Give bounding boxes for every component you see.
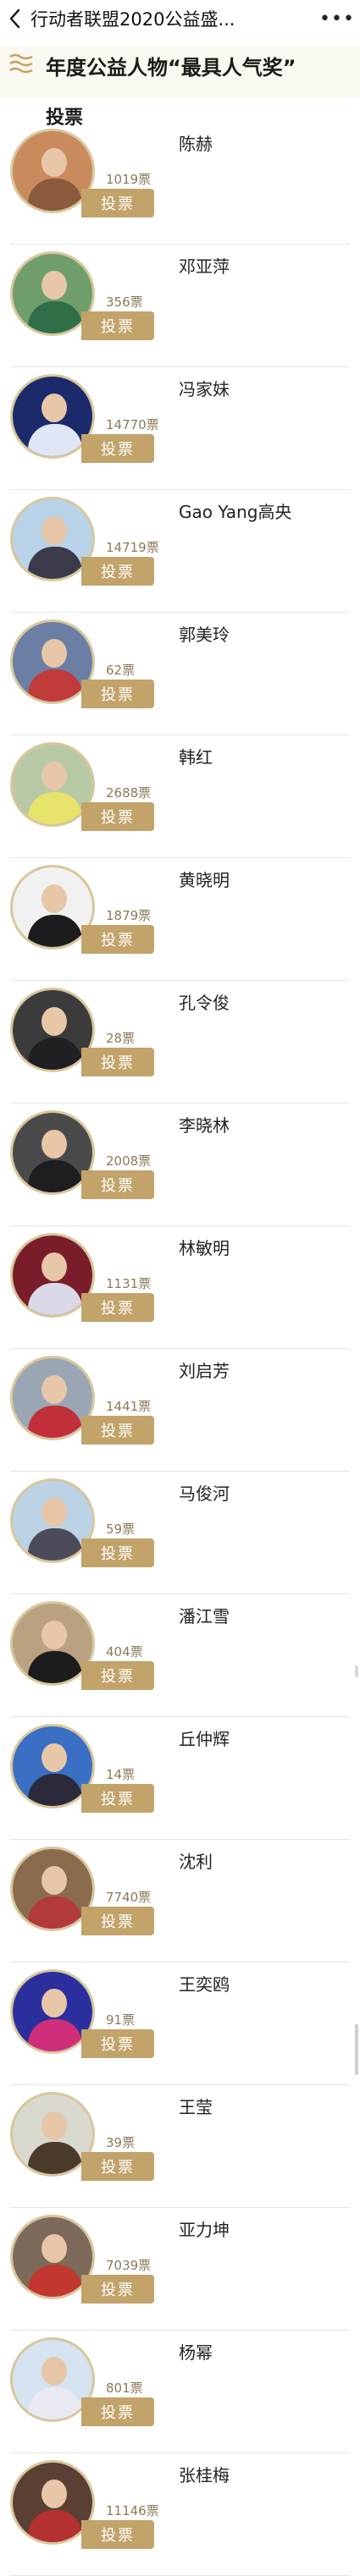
candidate-card: 404票 投票 潘江雪	[0, 1594, 360, 1717]
vote-button[interactable]: 投票	[81, 1538, 154, 1567]
candidate-card: 11146票投票 张桂梅	[0, 2453, 360, 2576]
vote-button[interactable]: 投票	[81, 557, 154, 586]
vote-count: 59票	[106, 1522, 136, 1537]
vote-count: 1019票	[106, 172, 152, 187]
vote-button[interactable]: 投票	[81, 2152, 154, 2181]
candidate-name: 冯家妹	[179, 379, 230, 399]
vote-button[interactable]: 投票	[81, 2397, 154, 2426]
candidate-name: 马俊河	[179, 1483, 230, 1504]
candidate-name: 李晓林	[179, 1115, 230, 1136]
candidate-name: 亚力坤	[179, 2220, 230, 2240]
candidate-card: 14770票投票 冯家妹	[0, 367, 360, 490]
vote-button[interactable]: 投票	[81, 1048, 154, 1076]
candidate-name: 林敏明	[179, 1238, 230, 1258]
page-title: 行动者联盟2020公益盛...	[30, 9, 235, 30]
candidate-card: 801票 投票 杨幂	[0, 2331, 360, 2453]
candidate-card: 7039票投票 亚力坤	[0, 2208, 360, 2331]
candidate-name: 丘仲辉	[179, 1729, 230, 1749]
candidate-name: 张桂梅	[179, 2465, 230, 2485]
vote-button[interactable]: 投票	[81, 1170, 154, 1199]
candidate-name: 陈赫	[179, 134, 213, 154]
vote-button[interactable]: 投票	[81, 802, 154, 831]
candidate-name: 刘启芳	[179, 1361, 230, 1381]
vote-button[interactable]: 投票	[81, 2275, 154, 2304]
candidate-card: 39票投票 王莹	[0, 2085, 360, 2208]
candidate-name: 韩红	[179, 747, 213, 768]
candidate-card: 2688票 投票 韩红	[0, 735, 360, 858]
vote-count: 14票	[106, 1767, 136, 1782]
vote-button[interactable]: 投票	[81, 1907, 154, 1935]
candidate-card: 14票投票 丘仲辉	[0, 1717, 360, 1840]
candidate-name: 王莹	[179, 2097, 213, 2117]
wave-lines-icon	[9, 53, 33, 74]
vote-count: 2688票	[106, 785, 152, 801]
top-bar: 行动者联盟2020公益盛... •••	[0, 0, 360, 37]
candidate-card: 59票 投票 马俊河	[0, 1472, 360, 1594]
candidate-card: 14719票投票 Gao Yang高央	[0, 490, 360, 613]
vote-count: 1441票	[106, 1399, 152, 1414]
vote-button[interactable]: 投票	[81, 189, 154, 217]
vote-button[interactable]: 投票	[81, 925, 154, 954]
vote-button[interactable]: 投票	[81, 1784, 154, 1813]
vote-button[interactable]: 投票	[81, 311, 154, 340]
vote-count: 62票	[106, 663, 136, 678]
candidate-card: 7740票投票 沈利	[0, 1840, 360, 1962]
candidate-card: 1019票投票 陈赫	[0, 122, 360, 245]
candidate-card: 356票 投票 邓亚萍	[0, 245, 360, 367]
vote-button[interactable]: 投票	[81, 434, 154, 463]
candidate-name: 孔令俊	[179, 993, 230, 1013]
candidate-card: 1131票投票 林敏明	[0, 1226, 360, 1349]
candidate-name: 邓亚萍	[179, 256, 230, 277]
vote-count: 404票	[106, 1644, 143, 1660]
candidate-card: 1879票投票 黄晓明	[0, 858, 360, 981]
vote-count: 14719票	[106, 540, 159, 555]
vote-count: 11146票	[106, 2503, 159, 2518]
scroll-indicator[interactable]	[355, 1665, 358, 1677]
vote-button[interactable]: 投票	[81, 2520, 154, 2549]
vote-button[interactable]: 投票	[81, 1416, 154, 1445]
vote-count: 28票	[106, 1031, 136, 1046]
candidate-name: 郭美玲	[179, 625, 230, 645]
candidate-name: 沈利	[179, 1852, 213, 1872]
vote-button[interactable]: 投票	[81, 1293, 154, 1322]
candidate-name: 杨幂	[179, 2342, 213, 2363]
back-icon	[9, 8, 20, 29]
scrollbar-thumb[interactable]	[355, 2024, 358, 2075]
candidate-card: 28票投票 孔令俊	[0, 981, 360, 1104]
section-title: 年度公益人物“最具人气奖”	[46, 56, 296, 80]
vote-button[interactable]: 投票	[81, 2029, 154, 2058]
vote-button[interactable]: 投票	[81, 680, 154, 708]
section-header: 年度公益人物“最具人气奖”	[0, 46, 360, 98]
candidate-card: 91票 投票 王奕鸥	[0, 1962, 360, 2085]
vote-count: 39票	[106, 2135, 136, 2150]
candidate-name: 潘江雪	[179, 1606, 230, 1627]
candidate-name: Gao Yang高央	[179, 502, 292, 522]
candidate-list: 1019票 投票 陈赫 356票 投票 邓亚萍 14770票 投票 冯家妹 14719票 投票 Gao…	[0, 122, 360, 2576]
candidate-card: 1441票投票 刘启芳	[0, 1349, 360, 1472]
vote-count: 2008票	[106, 1153, 152, 1169]
candidate-card: 2008票 投票 李晓林	[0, 1104, 360, 1226]
vote-count: 801票	[106, 2381, 143, 2396]
candidate-name: 黄晓明	[179, 870, 230, 890]
candidate-name: 王奕鸥	[179, 1974, 230, 1995]
candidate-card: 62票投票 郭美玲	[0, 613, 360, 735]
vote-count: 1879票	[106, 908, 152, 923]
vote-count: 7740票	[106, 1890, 152, 1905]
vote-button[interactable]: 投票	[81, 1661, 154, 1690]
vote-count: 91票	[106, 2012, 136, 2028]
vote-count: 356票	[106, 294, 143, 310]
back-button[interactable]	[0, 0, 29, 37]
vote-count: 14770票	[106, 417, 159, 432]
vote-count: 1131票	[106, 1276, 152, 1291]
more-options-button[interactable]: •••	[314, 0, 360, 37]
vote-count: 7039票	[106, 2258, 152, 2273]
